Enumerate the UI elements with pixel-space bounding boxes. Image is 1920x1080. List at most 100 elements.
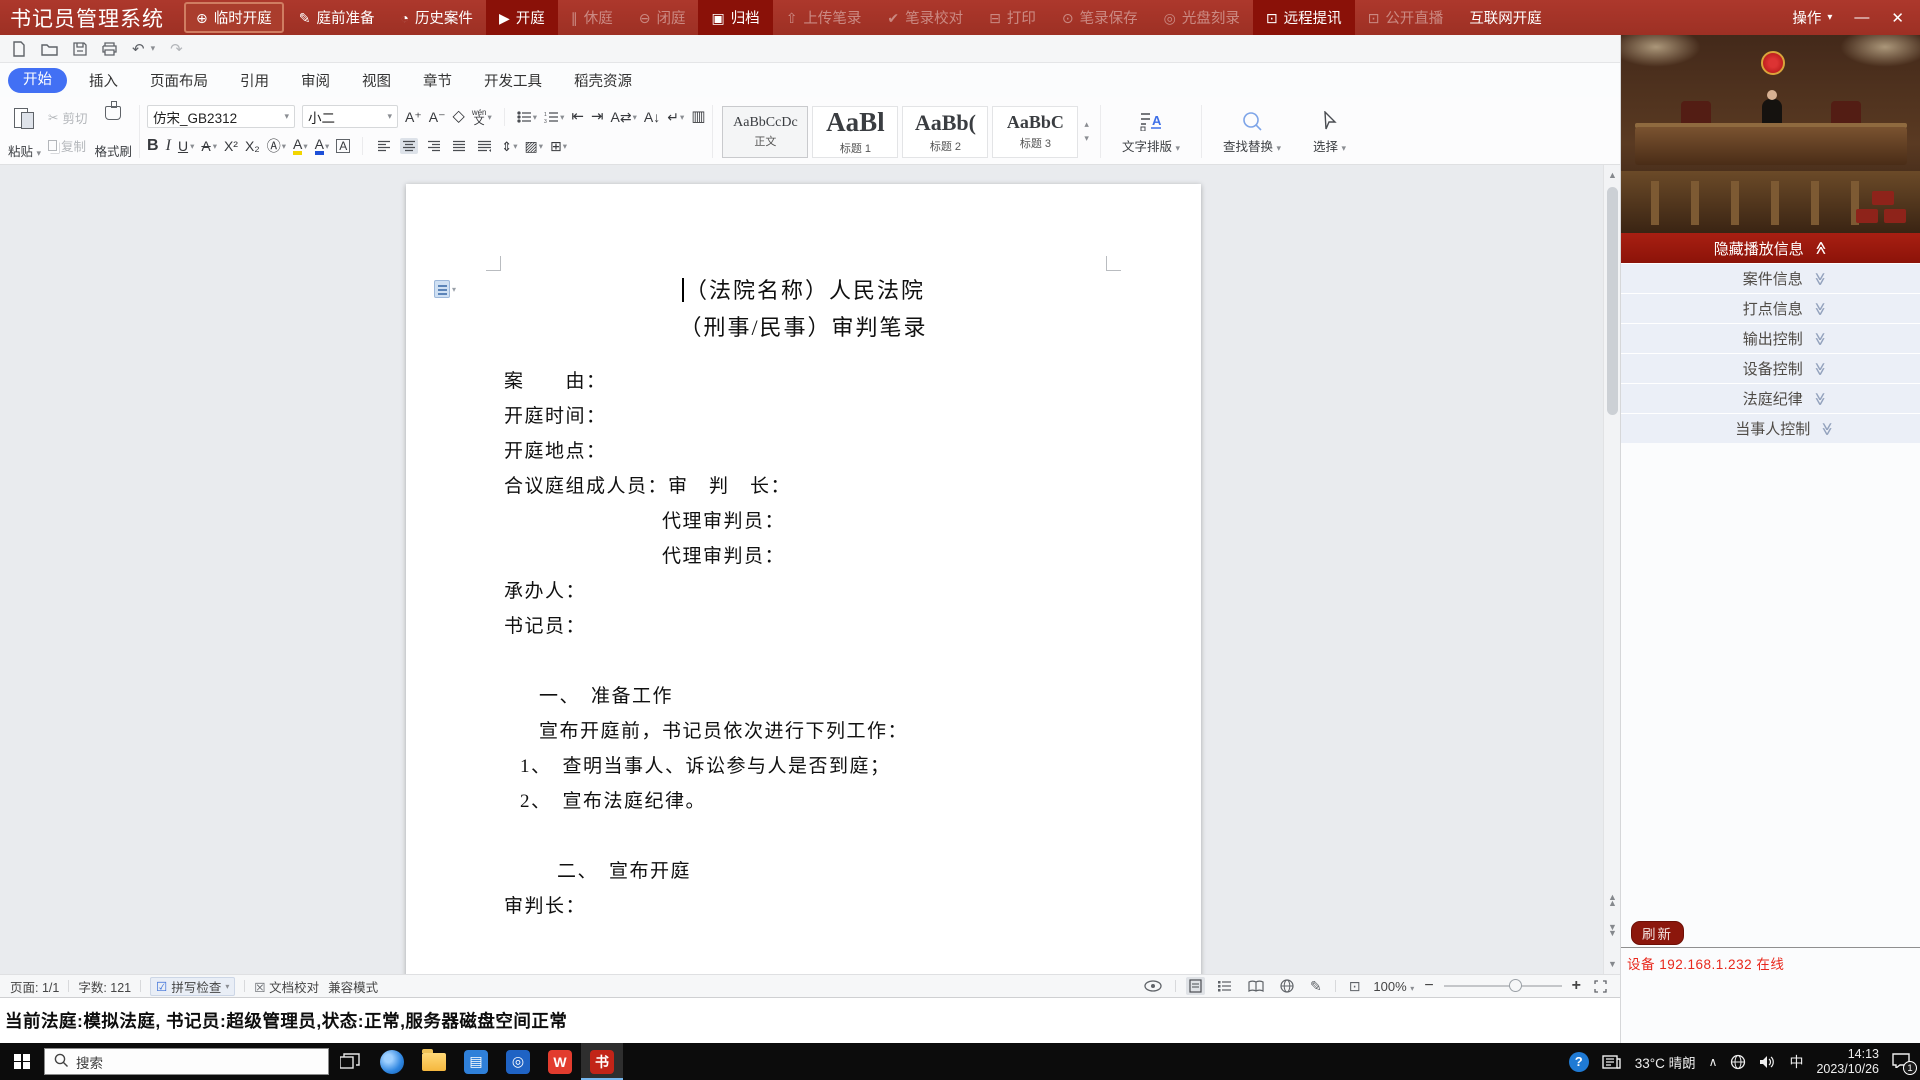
spell-check-toggle[interactable]: ☑拼写检查▾ (150, 977, 235, 996)
zoom-out-button[interactable]: − (1424, 977, 1433, 995)
fit-page-icon[interactable]: ⊡ (1346, 976, 1364, 997)
tab-review[interactable]: 审阅 (285, 70, 346, 91)
subscript-button[interactable]: X₂ (245, 139, 260, 153)
tab-references[interactable]: 引用 (224, 70, 285, 91)
news-weather-icon[interactable] (1602, 1054, 1622, 1070)
start-button[interactable] (0, 1043, 44, 1080)
button-temp-court[interactable]: ⊕临时开庭 (184, 2, 284, 33)
fullscreen-icon[interactable] (1591, 978, 1610, 995)
zoom-level[interactable]: 100% ▾ (1373, 979, 1414, 994)
distribute-button[interactable] (475, 138, 494, 154)
notification-center-icon[interactable]: 1 (1892, 1052, 1910, 1071)
tab-section[interactable]: 章节 (407, 70, 468, 91)
font-size-select[interactable]: 小二▾ (302, 105, 398, 128)
zoom-in-button[interactable]: + (1572, 977, 1581, 995)
shrink-font-button[interactable]: A⁻ (429, 110, 446, 124)
scroll-up-icon[interactable]: ▲ (1604, 170, 1620, 180)
style-heading3[interactable]: AaBbC标题 3 (992, 106, 1078, 158)
open-folder-icon[interactable] (41, 42, 58, 56)
scroll-down-icon[interactable]: ▼ (1604, 959, 1620, 969)
close-button[interactable]: ✕ (1891, 9, 1904, 27)
char-scale-button[interactable]: A⇄▾ (611, 110, 637, 124)
button-pretrial-prep[interactable]: ✎庭前准备 (286, 0, 388, 35)
grow-font-button[interactable]: A⁺ (405, 110, 422, 124)
web-layout-icon[interactable] (1277, 977, 1297, 995)
panel-item-case-info[interactable]: 案件信息≫ (1621, 263, 1920, 293)
bold-button[interactable]: B (147, 138, 159, 154)
tab-page-layout[interactable]: 页面布局 (134, 70, 224, 91)
format-painter-button[interactable]: 格式刷 (95, 103, 133, 160)
text-typeset-button[interactable]: A 文字排版 ▾ (1106, 101, 1196, 162)
panel-item-output-control[interactable]: 输出控制≫ (1621, 323, 1920, 353)
clear-format-button[interactable]: ◇ (453, 109, 465, 125)
task-view-button[interactable] (329, 1043, 371, 1080)
clerk-app-icon-active[interactable]: 书 (581, 1043, 623, 1080)
vertical-scrollbar[interactable]: ▲ ▲▲ ▼▼ ▼ (1603, 165, 1620, 974)
align-center-button[interactable] (400, 138, 418, 154)
panel-item-party-control[interactable]: 当事人控制≫ (1621, 413, 1920, 443)
panel-item-court-discipline[interactable]: 法庭纪律≫ (1621, 383, 1920, 413)
undo-dropdown-icon[interactable]: ▾ (151, 43, 156, 54)
button-open-court[interactable]: ▶开庭 (486, 0, 558, 35)
find-replace-button[interactable]: 查找替换 ▾ (1207, 101, 1297, 162)
borders-button[interactable]: ⊞▾ (550, 139, 567, 153)
app-icon-blue-1[interactable]: ▤ (455, 1043, 497, 1080)
network-icon[interactable] (1730, 1054, 1746, 1070)
eye-protect-icon[interactable] (1141, 978, 1165, 994)
save-icon[interactable] (73, 42, 87, 56)
strikethrough-button[interactable]: A (201, 139, 210, 153)
wrap-mark-button[interactable]: ↵▾ (667, 110, 684, 124)
style-heading1[interactable]: AaBl标题 1 (812, 106, 898, 158)
redo-icon[interactable]: ↷ (170, 40, 183, 58)
volume-icon[interactable] (1759, 1055, 1776, 1069)
align-left-button[interactable] (375, 138, 393, 154)
bullets-button[interactable]: ▾ (517, 111, 537, 123)
decrease-indent-button[interactable]: ⇤ (571, 109, 584, 124)
panel-item-marker-info[interactable]: 打点信息≫ (1621, 293, 1920, 323)
doc-proofread-toggle[interactable]: ☒ 文档校对 (254, 977, 319, 996)
page-view-icon[interactable] (1186, 977, 1205, 995)
browser-icon[interactable] (371, 1043, 413, 1080)
taskbar-search-input[interactable]: 搜索 (44, 1048, 329, 1075)
panel-item-device-control[interactable]: 设备控制≫ (1621, 353, 1920, 383)
font-family-select[interactable]: 仿宋_GB2312▾ (147, 105, 295, 128)
styles-scroll-down-icon[interactable]: ▾ (1084, 133, 1089, 144)
document-page[interactable]: ▾ （法院名称）人民法院 （刑事/民事）审判笔录 案 由： 开庭时间： 开庭地点… (406, 184, 1201, 974)
read-mode-icon[interactable] (1245, 978, 1267, 994)
minimize-button[interactable]: — (1854, 9, 1869, 26)
zoom-slider-knob[interactable] (1509, 979, 1522, 992)
paste-button[interactable]: 粘贴 ▾ (8, 103, 41, 160)
refresh-button[interactable]: 刷新 (1631, 921, 1684, 945)
wps-app-icon[interactable]: W (539, 1043, 581, 1080)
phonetic-guide-button[interactable]: wén文▾ (472, 109, 492, 125)
button-remote-interrogation[interactable]: ⊡远程提讯 (1253, 0, 1355, 35)
superscript-button[interactable]: X² (224, 139, 238, 153)
weather-text[interactable]: 33°C 晴朗 (1635, 1052, 1696, 1072)
tab-view[interactable]: 视图 (346, 70, 407, 91)
align-right-button[interactable] (425, 138, 443, 154)
tab-docer-resources[interactable]: 稻壳资源 (558, 70, 648, 91)
numbering-button[interactable]: 13▾ (544, 111, 564, 123)
scrollbar-thumb[interactable] (1607, 187, 1618, 415)
char-border-button[interactable]: A (336, 139, 350, 153)
select-button[interactable]: 选择 ▾ (1297, 101, 1362, 162)
increase-indent-button[interactable]: ⇥ (591, 109, 604, 124)
taskbar-clock[interactable]: 14:13 2023/10/26 (1816, 1047, 1879, 1077)
font-color-button[interactable]: A▾ (315, 137, 330, 155)
button-history-cases[interactable]: ◔历史案件 (387, 0, 485, 35)
file-explorer-icon[interactable] (413, 1043, 455, 1080)
tab-insert[interactable]: 插入 (73, 70, 134, 91)
style-normal[interactable]: AaBbCcDc正文 (722, 106, 808, 158)
outline-view-icon[interactable] (1215, 978, 1235, 994)
style-heading2[interactable]: AaBb(标题 2 (902, 106, 988, 158)
tab-home[interactable]: 开始 (8, 68, 67, 93)
new-file-icon[interactable] (12, 41, 26, 57)
ime-indicator[interactable]: 中 (1789, 1052, 1803, 1072)
hidden-icons-chevron[interactable]: ∧ (1709, 1055, 1718, 1069)
print-icon[interactable] (102, 42, 117, 56)
styles-scroll-up-icon[interactable]: ▴ (1084, 119, 1089, 130)
operation-dropdown[interactable]: 操作▾ (1792, 0, 1832, 35)
italic-button[interactable]: I (166, 138, 171, 154)
previous-page-icon[interactable]: ▲▲ (1604, 894, 1620, 906)
undo-icon[interactable]: ↶ (132, 40, 145, 58)
